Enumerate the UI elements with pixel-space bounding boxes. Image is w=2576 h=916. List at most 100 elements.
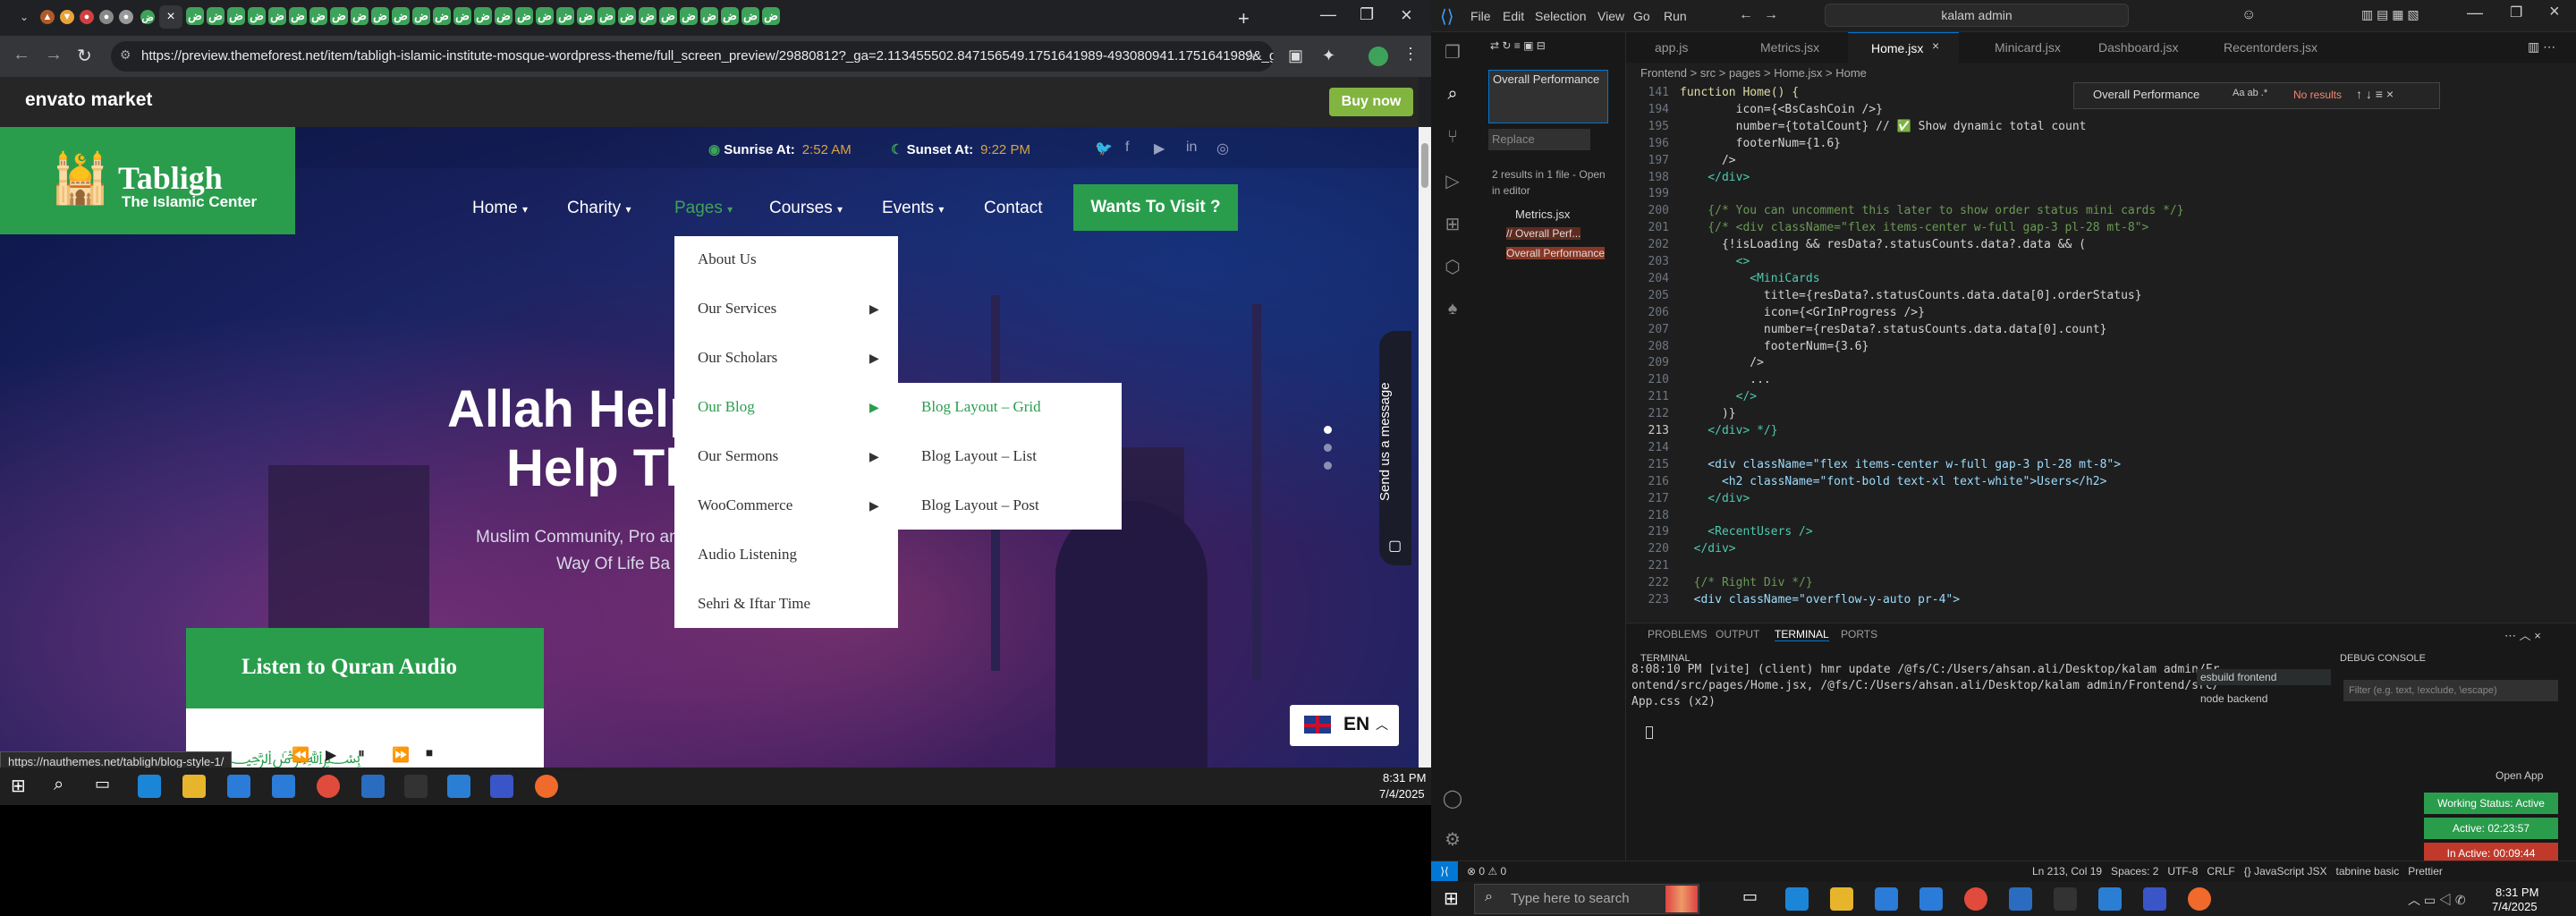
nav-courses[interactable]: Courses ▾ — [769, 199, 843, 218]
nav-events[interactable]: Events ▾ — [882, 199, 944, 218]
code-line[interactable]: {/* You can uncomment this later to show… — [1680, 204, 2183, 217]
tab-favicon[interactable]: ض — [392, 7, 410, 25]
code-line[interactable]: <div className="flex items-center w-full… — [1680, 458, 2121, 471]
tab-favicon[interactable]: ض — [639, 7, 657, 25]
code-line[interactable]: {!isLoading && resData?.statusCounts.dat… — [1680, 238, 2086, 251]
code-line[interactable]: </div> — [1680, 542, 1736, 556]
tab-recentorders[interactable]: Recentorders.jsx — [2191, 32, 2318, 63]
dropdown-item-sermons[interactable]: Our Sermons — [698, 447, 778, 465]
menu-go[interactable]: Go — [1633, 9, 1650, 23]
find-options-icon[interactable]: Aa ab .* — [2233, 88, 2267, 98]
maximize-icon[interactable]: ❐ — [1360, 5, 1374, 24]
panel-tab-problems[interactable]: PROBLEMS — [1648, 628, 1707, 640]
menu-selection[interactable]: Selection — [1535, 9, 1587, 23]
code-line[interactable]: <RecentUsers /> — [1680, 525, 1812, 539]
submenu-blog-grid[interactable]: Blog Layout – Grid — [921, 398, 1041, 416]
mail-icon[interactable] — [1919, 887, 1943, 911]
close-icon[interactable]: × — [166, 9, 174, 25]
sidebar-replace-input[interactable]: Replace — [1488, 129, 1590, 150]
result-file[interactable]: Metrics.jsx — [1515, 208, 1570, 221]
instagram-icon[interactable]: ◎ — [1216, 140, 1229, 157]
extension-icon[interactable]: ▣ — [1288, 47, 1303, 65]
close-window-icon[interactable]: × — [1401, 4, 1412, 27]
dropdown-item-services[interactable]: Our Services — [698, 300, 776, 318]
submenu-blog-list[interactable]: Blog Layout – List — [921, 447, 1037, 465]
remote-icon[interactable]: ⬡ — [1442, 256, 1463, 277]
forward-icon[interactable]: → — [45, 45, 63, 65]
tab-home-active[interactable]: Home.jsx — [1848, 32, 1959, 63]
wants-to-visit-button[interactable]: Wants To Visit ? — [1073, 184, 1238, 231]
taskbar-time[interactable]: 8:31 PM — [2496, 886, 2538, 899]
nav-contact[interactable]: Contact — [984, 199, 1042, 218]
tab-favicon[interactable]: ض — [741, 7, 759, 25]
edge-icon[interactable] — [1785, 887, 1809, 911]
find-nav-icons[interactable]: ↑ ↓ ≡ × — [2356, 87, 2394, 101]
tab-favicon[interactable]: ض — [556, 7, 574, 25]
store-icon[interactable] — [1875, 887, 1898, 911]
code-line[interactable]: </> — [1680, 390, 1757, 403]
tab-favicon[interactable]: ض — [721, 7, 739, 25]
tab-favicon[interactable]: ض — [186, 7, 204, 25]
code-line[interactable]: number={resData?.statusCounts.data.data[… — [1680, 323, 2107, 336]
layout-toggle-icon[interactable]: ▥ ▤ ▦ ▧ — [2361, 7, 2419, 22]
tab-list-icon[interactable]: ⌄ — [13, 5, 36, 29]
app-icon[interactable] — [2009, 887, 2032, 911]
breadcrumb[interactable]: Frontend > src > pages > Home.jsx > Home — [1626, 63, 2576, 84]
command-center-search[interactable]: kalam admin — [1825, 4, 2129, 27]
tab-favicon[interactable]: ض — [597, 7, 615, 25]
sidebar-search-input[interactable]: Overall Performance — [1488, 70, 1608, 123]
code-line[interactable]: /> — [1680, 154, 1736, 167]
tab-favicon[interactable]: ض — [474, 7, 492, 25]
app-icon[interactable] — [361, 775, 385, 798]
nav-charity[interactable]: Charity ▾ — [567, 199, 631, 218]
dropdown-item-blog[interactable]: Our Blog — [698, 398, 755, 416]
stop-icon[interactable]: ⏹ — [426, 746, 433, 762]
close-window-icon[interactable]: × — [2549, 2, 2560, 22]
back-icon[interactable]: ← — [1739, 7, 1753, 23]
code-line[interactable]: </div> */} — [1680, 424, 1777, 437]
play-icon[interactable]: ▶ — [326, 746, 336, 764]
zoom-icon[interactable] — [2143, 887, 2166, 911]
tab-metrics[interactable]: Metrics.jsx — [1732, 32, 1819, 63]
minimize-icon[interactable]: — — [1320, 5, 1336, 24]
slider-dot[interactable] — [1324, 462, 1332, 470]
remote-indicator-icon[interactable]: ⟩⟨ — [1431, 861, 1458, 881]
reload-icon[interactable]: ↻ — [77, 45, 92, 67]
edge-icon[interactable] — [138, 775, 161, 798]
tab-favicon[interactable]: ض — [680, 7, 698, 25]
settings-gear-icon[interactable]: ⚙ — [1442, 828, 1463, 850]
nav-pages[interactable]: Pages ▾ — [674, 199, 733, 218]
code-line[interactable]: number={totalCount} // ✅ Show dynamic to… — [1680, 120, 2087, 133]
tab-favicon[interactable]: ض — [453, 7, 471, 25]
vscode-icon[interactable] — [447, 775, 470, 798]
vscode-icon[interactable] — [2098, 887, 2122, 911]
tab-favicon[interactable]: ض — [433, 7, 451, 25]
taskbar-date[interactable]: 7/4/2025 — [1379, 787, 1425, 801]
tab-favicon[interactable]: ض — [577, 7, 595, 25]
menu-edit[interactable]: Edit — [1503, 9, 1524, 23]
profile-avatar[interactable] — [1368, 47, 1388, 66]
slider-dot[interactable] — [1324, 444, 1332, 452]
run-debug-icon[interactable]: ▷ — [1442, 170, 1463, 191]
tab-dashboard[interactable]: Dashboard.jsx — [2068, 32, 2179, 63]
dropdown-item-scholars[interactable]: Our Scholars — [698, 349, 777, 367]
code-line[interactable]: ... — [1680, 373, 1770, 386]
search-icon[interactable]: ⌕ — [54, 775, 77, 798]
active-tab[interactable]: × — [159, 5, 182, 29]
store-icon[interactable] — [227, 775, 250, 798]
taskbar-time[interactable]: 8:31 PM — [1383, 771, 1426, 785]
address-bar[interactable]: https://preview.themeforest.net/item/tab… — [111, 41, 1274, 72]
explorer-icon[interactable]: ❐ — [1442, 41, 1463, 63]
dropdown-item-sehri-iftar[interactable]: Sehri & Iftar Time — [698, 595, 810, 613]
fireworks-icon[interactable] — [1665, 886, 1698, 912]
tab-favicon[interactable]: ض — [227, 7, 245, 25]
zoom-icon[interactable] — [490, 775, 513, 798]
panel-tab-ports[interactable]: PORTS — [1841, 628, 1877, 640]
code-line[interactable]: <div className="overflow-y-auto pr-4"> — [1680, 593, 1960, 606]
close-tab-icon[interactable]: × — [1932, 38, 1939, 53]
twitter-icon[interactable]: 🐦 — [1095, 140, 1113, 157]
terminal-icon[interactable] — [404, 775, 428, 798]
system-tray-icons[interactable]: ︿ ▭ ◁ ✆ — [2408, 891, 2466, 909]
dropdown-item-audio[interactable]: Audio Listening — [698, 546, 797, 564]
slider-dot-active[interactable] — [1324, 426, 1332, 434]
